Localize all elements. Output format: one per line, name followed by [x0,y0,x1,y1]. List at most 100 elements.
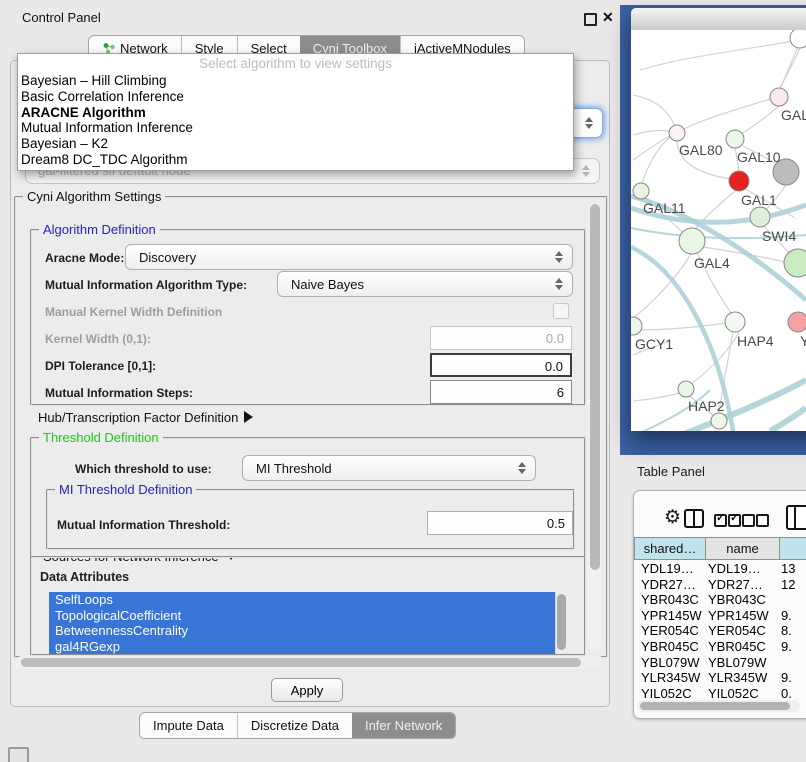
kernel-width-field[interactable]: 0.0 [430,326,572,350]
attribute-item[interactable]: TopologicalCoefficient [49,608,568,624]
combo-arrows-icon [555,278,563,290]
gear-icon[interactable]: ⚙ [664,506,681,529]
table-row[interactable]: YLR345WYLR345W9. [633,670,806,686]
algorithm-option[interactable]: ARACNE Algorithm [18,105,573,121]
network-node[interactable] [790,30,806,48]
algorithm-option[interactable]: Bayesian – Hill Climbing [18,73,573,89]
table-horizontal-scrollbar[interactable] [637,700,800,712]
attribute-item[interactable]: gal4RGexp [49,639,568,655]
mi-type-combo[interactable]: Naive Bayes [277,271,573,297]
combo-arrows-icon [585,117,593,129]
table-cell: YBR045C [708,639,766,654]
table-row[interactable]: YBR045CYBR045C9. [633,639,806,655]
tab-discretize-data[interactable]: Discretize Data [237,713,352,738]
network-node-label: SWI4 [762,228,796,244]
select-all-checkbox-icon2[interactable] [728,514,741,527]
network-node[interactable] [725,312,745,332]
network-node[interactable] [631,317,642,335]
network-node[interactable] [679,228,705,254]
column-header-shared[interactable]: shared… [634,537,706,560]
settings-vertical-scrollbar[interactable] [588,202,601,650]
algorithm-option[interactable]: Bayesian – K2 [18,136,573,152]
algorithm-list: Bayesian – Hill ClimbingBasic Correlatio… [18,73,573,168]
kernel-width-label: Kernel Width (0,1): [45,332,151,346]
network-node-label: HAP4 [737,333,774,349]
table-cell: YBR045C [641,639,699,654]
algorithm-prompt: Select algorithm to view settings [18,54,573,73]
network-node[interactable] [726,130,744,148]
aracne-mode-combo[interactable]: Discovery [125,244,573,270]
table-cell: 9. [781,608,792,623]
select-all-checkbox-icon[interactable] [714,514,727,527]
network-node-label: GAL [781,107,806,123]
attribute-item[interactable]: BetweennessCentrality [49,623,568,639]
table-cell: YIL052C [708,686,759,701]
control-panel: Control Panel ✕ Network Style Select Cyn [0,0,620,762]
algorithm-option[interactable]: Dream8 DC_TDC Algorithm [18,152,573,168]
mi-threshold-field[interactable]: 0.5 [427,511,573,535]
tab-infer-network[interactable]: Infer Network [352,713,455,738]
sources-group-title[interactable]: Sources for Network Inference [39,556,241,564]
network-node[interactable] [669,125,685,141]
algorithm-definition-group: Algorithm Definition Aracne Mode: Discov… [30,229,586,406]
mi-steps-field[interactable]: 6 [430,380,572,404]
deselect-all-checkbox-icon[interactable] [742,514,755,527]
network-node-label: GCY1 [635,336,673,352]
attribute-item[interactable]: SelfLoops [49,592,568,608]
network-node[interactable] [788,312,806,332]
table-cell: YBR043C [641,592,699,607]
network-node[interactable] [784,249,806,277]
data-attributes-list[interactable]: SelfLoopsTopologicalCoefficientBetweenne… [49,592,568,654]
network-node-label: GAL4 [694,255,730,271]
dpi-tolerance-field[interactable]: 0.0 [430,353,572,377]
algorithm-dropdown-popup: Select algorithm to view settings Bayesi… [17,53,574,171]
columns-icon[interactable] [684,509,704,528]
collapsed-panel-button[interactable] [8,747,29,762]
table-cell: YLR345W [641,670,700,685]
network-node[interactable] [633,183,649,199]
which-threshold-combo[interactable]: MI Threshold [242,455,536,481]
table-row[interactable]: YER054CYER054C8. [633,623,806,639]
network-node[interactable] [729,171,749,191]
apply-button[interactable]: Apply [271,678,343,702]
table-mode-icon[interactable] [786,505,806,530]
mi-threshold-definition-group: MI Threshold Definition Mutual Informati… [46,489,575,550]
table-row[interactable]: YDR27…YDR27…12 [633,577,806,593]
table-row[interactable]: YBL079WYBL079W [633,655,806,671]
network-node-label: GAL80 [679,142,723,158]
network-node[interactable] [678,381,694,397]
manual-kernel-checkbox[interactable] [553,303,569,319]
network-node[interactable] [711,413,727,429]
column-header-name[interactable]: name [706,537,780,560]
table-row[interactable]: YDL19…YDL19…13 [633,561,806,577]
network-node-label: GAL11 [643,200,686,216]
algorithm-option[interactable]: Basic Correlation Inference [18,89,573,105]
control-panel-title: Control Panel [22,10,101,25]
attributes-scrollbar[interactable] [555,592,568,654]
attribute-items: SelfLoopsTopologicalCoefficientBetweenne… [49,592,568,654]
table-row[interactable]: YPR145W YPR145W 9. [633,608,806,624]
network-node[interactable] [750,207,770,227]
network-canvas[interactable]: GALGAL80GAL10GAL1GAL11SWI4GAL4GCY1HAP4YH… [631,30,806,431]
network-window-titlebar[interactable] [631,8,806,31]
tab-impute-data[interactable]: Impute Data [140,713,237,738]
hub-tf-label: Hub/Transcription Factor Definition [38,410,238,425]
column-header-extra[interactable] [780,537,806,560]
table-header: shared… name [634,537,806,560]
float-window-icon[interactable] [584,13,597,26]
table-row[interactable]: YIL052CYIL052C0. [633,686,806,701]
table-cell: YPR145W [708,608,769,623]
hub-tf-section-toggle[interactable]: Hub/Transcription Factor Definition [38,410,253,425]
cyni-algorithm-settings-group: Cyni Algorithm Settings Algorithm Defini… [14,196,608,658]
settings-group-title: Cyni Algorithm Settings [23,189,165,204]
table-row[interactable]: YBR043CYBR043C [633,592,806,608]
network-node[interactable] [770,88,788,106]
algorithm-option[interactable]: Mutual Information Inference [18,120,573,136]
deselect-all-checkbox-icon2[interactable] [756,514,769,527]
settings-horizontal-scrollbar[interactable] [15,656,605,669]
table-cell: YPR145W [641,608,702,623]
cyni-bottom-tabbar: Impute Data Discretize Data Infer Networ… [139,712,456,739]
close-icon[interactable]: ✕ [602,9,614,26]
table-panel-title: Table Panel [637,464,705,479]
mi-threshold-label: Mutual Information Threshold: [57,518,230,532]
